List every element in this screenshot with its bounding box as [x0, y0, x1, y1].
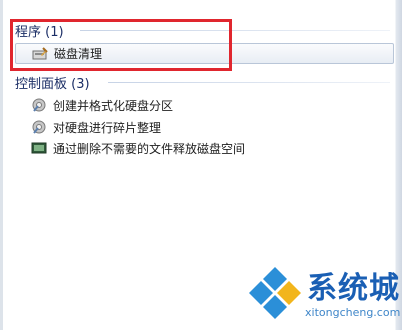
- admin-tools-icon: [31, 119, 47, 135]
- watermark-logo-icon: [249, 267, 301, 319]
- result-label: 对硬盘进行碎片整理: [53, 120, 162, 135]
- result-label: 创建并格式化硬盘分区: [53, 98, 174, 113]
- watermark: 系统城 xitongcheng.com: [247, 261, 402, 330]
- result-label: 通过删除不需要的文件释放磁盘空间: [53, 141, 246, 156]
- control-panel-icon: [31, 140, 47, 156]
- control-panel-section-header[interactable]: 控制面板 (3): [15, 73, 90, 92]
- highlight-annotation: [10, 19, 232, 71]
- create-format-partition-result[interactable]: 创建并格式化硬盘分区: [15, 95, 173, 115]
- panel-left-edge: [0, 0, 3, 330]
- watermark-url: xitongcheng.com: [305, 306, 401, 319]
- section-divider: [108, 82, 390, 83]
- defragment-result[interactable]: 对硬盘进行碎片整理: [15, 117, 161, 137]
- free-disk-space-result[interactable]: 通过删除不需要的文件释放磁盘空间: [15, 138, 245, 158]
- watermark-name: 系统城: [307, 271, 400, 306]
- admin-tools-icon: [31, 97, 47, 113]
